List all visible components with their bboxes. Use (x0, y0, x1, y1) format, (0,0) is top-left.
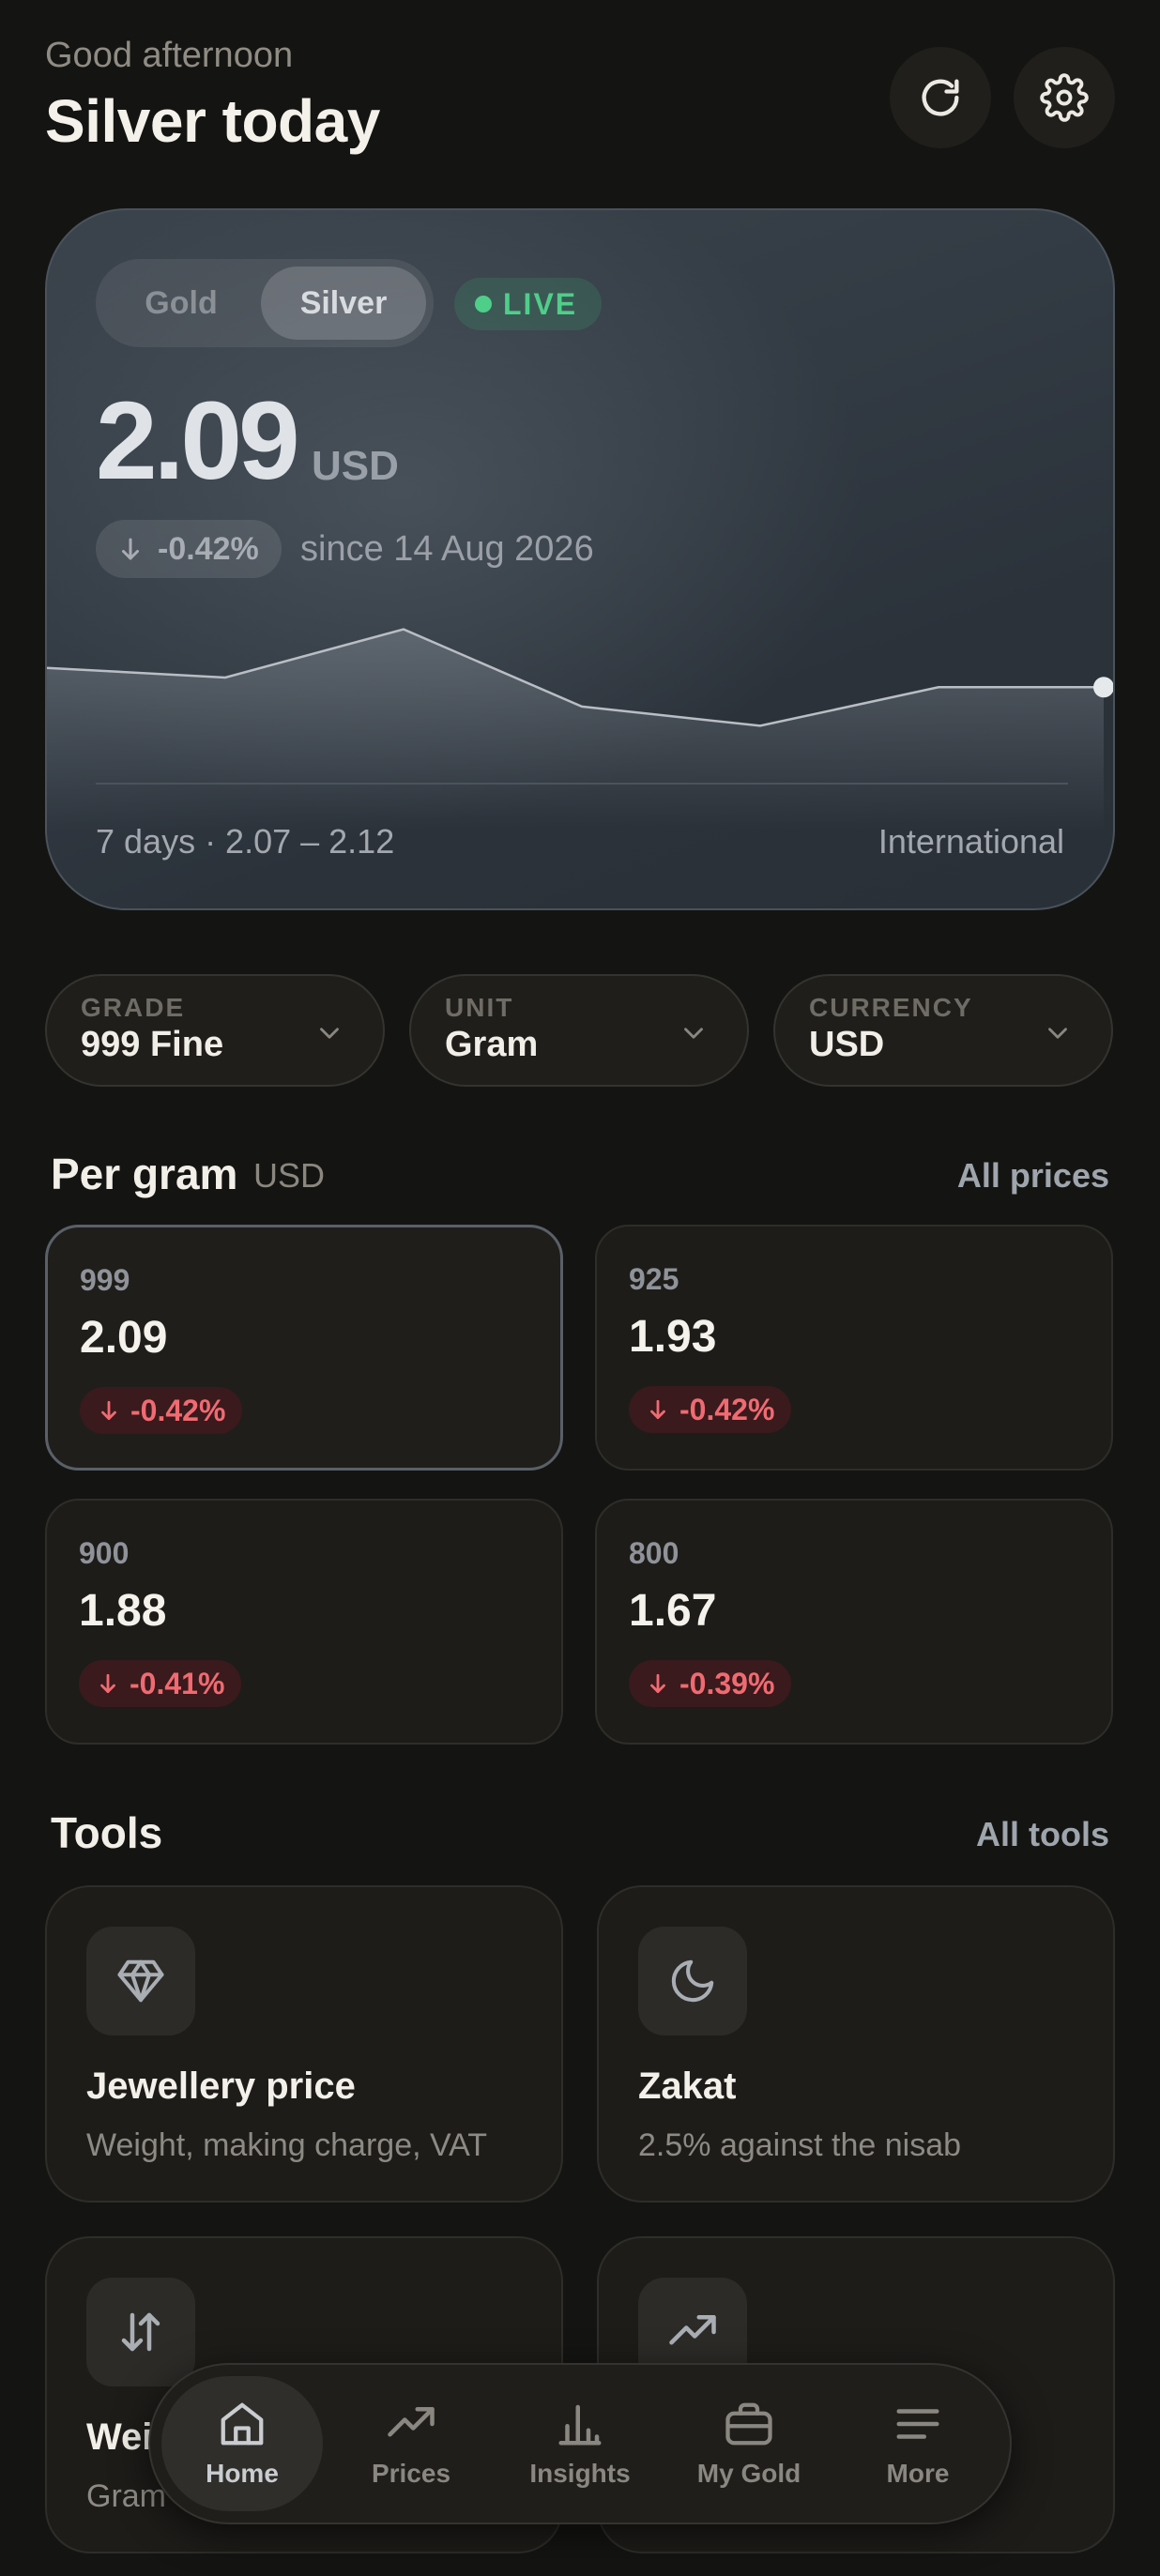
unit-value: Gram (445, 1025, 539, 1064)
tab-silver[interactable]: Silver (261, 267, 426, 340)
currency-label: CURRENCY (809, 993, 973, 1022)
live-label: LIVE (503, 286, 578, 321)
arrow-down-icon (650, 1673, 665, 1694)
arrow-down-icon (100, 1673, 115, 1694)
tools-title: Tools (51, 1808, 163, 1857)
grade-price: 2.09 (80, 1313, 168, 1363)
arrow-down-icon (650, 1399, 665, 1420)
current-price: 2.09 (96, 379, 300, 503)
tool-title: Jewellery price (86, 2065, 356, 2107)
currency-select[interactable]: CURRENCY USD (773, 974, 1113, 1087)
nav-label: More (886, 2459, 950, 2488)
tool-icon-tile (638, 1927, 747, 2035)
price-currency: USD (312, 443, 399, 489)
settings-button[interactable] (1014, 47, 1115, 148)
nav-my-gold[interactable]: My Gold (668, 2376, 830, 2511)
currency-value: USD (809, 1025, 885, 1064)
live-dot-icon (475, 296, 492, 312)
tool-description: Weight, making charge, VAT (86, 2127, 488, 2163)
metal-segmented-control: Gold Silver (96, 259, 434, 347)
bottom-navigation: Home Prices Insights My Gold More (148, 2363, 1012, 2524)
grade-label: 900 (79, 1536, 130, 1570)
per-gram-title: Per gram (51, 1150, 238, 1198)
nav-label: Insights (529, 2459, 631, 2488)
sparkline-current-point (1093, 677, 1113, 698)
arrow-down-icon (101, 1400, 116, 1421)
grade-select[interactable]: GRADE 999 Fine (45, 974, 385, 1087)
tool-title: Wei (86, 2416, 153, 2458)
tool-icon-tile (86, 1927, 195, 2035)
arrow-down-icon (122, 538, 139, 560)
change-value: -0.42% (679, 1392, 775, 1426)
tool-title: Zakat (638, 2065, 737, 2107)
change-badge: -0.39% (629, 1660, 792, 1707)
briefcase-icon (725, 2402, 772, 2446)
chevron-down-icon (1048, 1028, 1067, 1039)
grade-card-925[interactable]: 925 1.93 -0.42% (595, 1225, 1113, 1471)
greeting-text: Good afternoon (45, 36, 294, 75)
since-date: since 14 Aug 2026 (300, 529, 594, 569)
nav-label: My Gold (696, 2459, 801, 2488)
change-badge: -0.42% (96, 520, 282, 578)
grade-label: 800 (629, 1536, 679, 1570)
trend-up-icon (669, 2315, 716, 2345)
chart-baseline (96, 783, 1068, 785)
grade-card-800[interactable]: 800 1.67 -0.39% (595, 1499, 1113, 1745)
tool-jewellery-price[interactable]: Jewellery price Weight, making charge, V… (45, 1885, 563, 2203)
refresh-icon (922, 79, 959, 116)
moon-icon (671, 1959, 714, 2003)
menu-icon (896, 2409, 939, 2439)
grade-card-999[interactable]: 999 2.09 -0.42% (45, 1225, 563, 1471)
trend-up-icon (388, 2407, 435, 2437)
change-badge: -0.41% (79, 1660, 242, 1707)
unit-select[interactable]: UNIT Gram (409, 974, 749, 1087)
nav-prices[interactable]: Prices (330, 2376, 492, 2511)
change-value: -0.39% (679, 1666, 775, 1700)
grade-price: 1.67 (629, 1586, 717, 1636)
nav-label: Home (206, 2459, 279, 2488)
gear-icon (1040, 73, 1089, 122)
all-tools-link[interactable]: All tools (976, 1815, 1109, 1854)
nav-more[interactable]: More (837, 2376, 999, 2511)
grade-price: 1.93 (629, 1312, 717, 1362)
per-gram-currency: USD (253, 1156, 326, 1195)
price-hero-card: Gold Silver LIVE 2.09 USD -0.42% since 1… (45, 208, 1115, 910)
grade-price: 1.88 (79, 1586, 167, 1636)
all-prices-link[interactable]: All prices (957, 1156, 1109, 1196)
change-value: -0.42% (158, 530, 259, 567)
unit-label: UNIT (445, 993, 514, 1022)
tab-gold[interactable]: Gold (103, 267, 259, 340)
grade-label: GRADE (81, 993, 186, 1022)
page-title: Silver today (45, 87, 380, 155)
tool-description: 2.5% against the nisab (638, 2127, 962, 2163)
change-badge: -0.42% (80, 1387, 243, 1434)
bar-chart-icon (558, 2404, 602, 2446)
range-text: 7 days · 2.07 – 2.12 (96, 822, 395, 861)
tool-description: Gram (86, 2478, 166, 2514)
change-value: -0.42% (130, 1393, 226, 1427)
refresh-button[interactable] (890, 47, 991, 148)
diamond-icon (117, 1959, 164, 2003)
live-badge: LIVE (454, 278, 603, 330)
market-label: International (878, 822, 1064, 861)
chevron-down-icon (684, 1028, 703, 1039)
tool-icon-tile (86, 2278, 195, 2386)
nav-insights[interactable]: Insights (499, 2376, 661, 2511)
nav-label: Prices (371, 2459, 451, 2488)
grade-card-900[interactable]: 900 1.88 -0.41% (45, 1499, 563, 1745)
home-icon (221, 2402, 264, 2446)
tool-zakat[interactable]: Zakat 2.5% against the nisab (597, 1885, 1115, 2203)
sparkline-area (47, 629, 1104, 830)
swap-arrows-icon (121, 2312, 160, 2352)
grade-label: 925 (629, 1262, 679, 1296)
change-badge: -0.42% (629, 1386, 792, 1433)
price-sparkline (47, 628, 1113, 830)
nav-home[interactable]: Home (161, 2376, 323, 2511)
change-value: -0.41% (130, 1666, 225, 1700)
grade-value: 999 Fine (81, 1025, 224, 1064)
grade-label: 999 (80, 1263, 130, 1297)
chevron-down-icon (320, 1028, 339, 1039)
